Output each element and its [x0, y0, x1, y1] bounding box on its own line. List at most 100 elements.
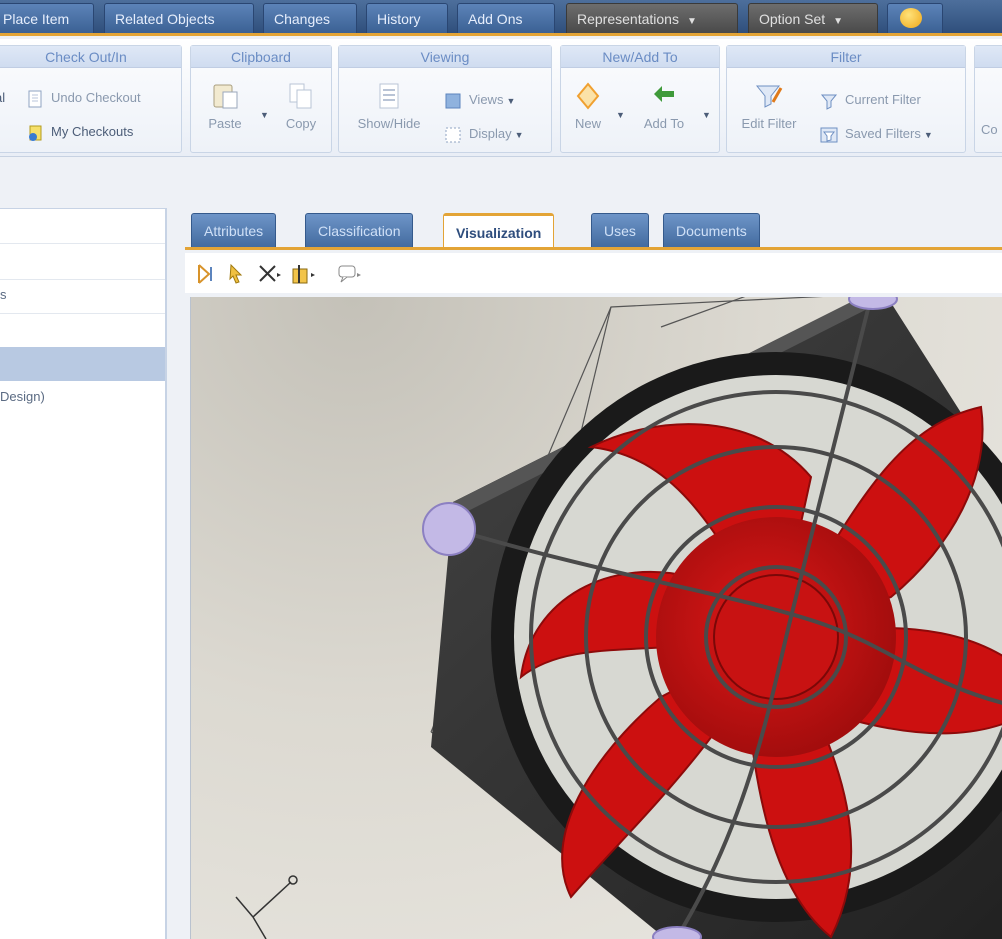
divider [0, 313, 165, 314]
tab-label: Add Ons [468, 11, 523, 27]
display-button[interactable]: Display ▼ [443, 122, 524, 146]
tree-item[interactable]: s [0, 287, 7, 302]
saved-filter-icon [820, 127, 838, 143]
chevron-down-icon: ▼ [260, 110, 269, 120]
checkout-button[interactable]: al [0, 86, 5, 110]
drag-handle[interactable] [422, 502, 476, 556]
group-title: New/Add To [561, 46, 719, 68]
measure-icon[interactable] [255, 261, 283, 287]
group-title: Check Out/In [0, 46, 181, 68]
show-hide-icon [379, 83, 399, 109]
comment-icon[interactable] [335, 261, 363, 287]
document-icon [28, 90, 42, 108]
filter-icon [820, 94, 838, 110]
tab-place-item[interactable]: Place Item [0, 3, 94, 33]
current-filter-button[interactable]: Current Filter [819, 88, 921, 112]
fit-icon[interactable] [195, 261, 223, 287]
button-label: Co [981, 122, 998, 137]
tab-related-objects[interactable]: Related Objects [104, 3, 254, 33]
tab-uses[interactable]: Uses [591, 213, 649, 247]
button-label: Paste [208, 116, 242, 131]
tab-option-set[interactable]: Option Set ▼ [748, 3, 878, 33]
select-icon[interactable] [225, 261, 253, 287]
tab-visualization[interactable]: Visualization [443, 213, 555, 247]
tab-home[interactable] [887, 3, 943, 33]
axis-triad-icon [235, 875, 298, 939]
group-title: Filter [727, 46, 965, 68]
drag-handle[interactable] [652, 926, 702, 939]
add-to-button[interactable]: Add To [633, 80, 695, 131]
button-label: Saved Filters [845, 126, 921, 141]
views-button[interactable]: Views ▼ [443, 88, 515, 112]
new-icon [576, 82, 600, 110]
paste-icon [213, 84, 238, 109]
button-label: al [0, 90, 6, 105]
button-label: My Checkouts [51, 124, 134, 139]
tree-item-label: s [0, 287, 7, 302]
ribbon-group-new-add: New/Add To New ▼ Add To ▼ [560, 45, 720, 153]
show-hide-button[interactable]: Show/Hide [345, 80, 433, 131]
top-tab-strip: Place Item Related Objects Changes Histo… [0, 0, 1002, 36]
section-icon[interactable] [289, 261, 317, 287]
ribbon-group-filter: Filter Edit Filter Current Filter Saved … [726, 45, 966, 153]
button-label: Current Filter [845, 92, 921, 107]
tab-label: Related Objects [115, 11, 215, 27]
ribbon: Check Out/In al Undo Checkout My Checkou… [0, 39, 1002, 157]
edit-filter-button[interactable]: Edit Filter [731, 80, 807, 131]
tab-label: Attributes [204, 223, 264, 239]
copy-button[interactable]: Copy [275, 80, 327, 131]
tab-attributes[interactable]: Attributes [191, 213, 277, 247]
clipped-button[interactable]: Co [981, 122, 1002, 137]
fan-model [235, 297, 1002, 939]
tab-history[interactable]: History [366, 3, 448, 33]
ribbon-group-viewing: Viewing Show/Hide Views ▼ Display ▼ [338, 45, 552, 153]
tab-label: Visualization [456, 225, 542, 241]
new-button[interactable]: New [565, 80, 611, 131]
views-icon [445, 93, 461, 109]
button-label: Show/Hide [357, 116, 421, 131]
chevron-down-icon: ▼ [686, 16, 697, 27]
ribbon-group-clipboard: Clipboard Paste ▼ Copy [190, 45, 332, 153]
button-label: Edit Filter [741, 116, 797, 131]
tab-representations[interactable]: Representations ▼ [566, 3, 738, 33]
display-icon [445, 127, 461, 143]
chevron-down-icon: ▼ [506, 96, 516, 106]
tree-item-selected[interactable] [0, 347, 165, 381]
drag-handle[interactable] [848, 297, 898, 310]
undo-checkout-button[interactable]: Undo Checkout [25, 86, 141, 110]
group-title [975, 46, 1002, 68]
paste-dropdown[interactable]: ▼ [257, 102, 269, 126]
viewer-toolbar [185, 253, 1002, 293]
tab-classification[interactable]: Classification [305, 213, 414, 247]
my-checkouts-button[interactable]: My Checkouts [25, 120, 133, 144]
tab-label: Uses [604, 223, 636, 239]
tab-add-ons[interactable]: Add Ons [457, 3, 555, 33]
tree-item-design[interactable]: Design) [0, 389, 45, 404]
ribbon-group-checkout: Check Out/In al Undo Checkout My Checkou… [0, 45, 182, 153]
checkout-icon [29, 125, 42, 141]
3d-viewport[interactable] [190, 297, 1002, 939]
tab-label: Place Item [3, 11, 70, 27]
group-title: Clipboard [191, 46, 331, 68]
divider [0, 243, 165, 244]
new-dropdown[interactable]: ▼ [613, 102, 625, 126]
detail-tab-strip: Attributes Classification Visualization … [185, 208, 1002, 250]
chevron-down-icon: ▼ [616, 110, 625, 120]
saved-filters-button[interactable]: Saved Filters ▼ [819, 122, 933, 146]
button-label: Copy [285, 116, 317, 131]
add-to-dropdown[interactable]: ▼ [699, 102, 711, 126]
divider [0, 279, 165, 280]
tab-documents[interactable]: Documents [663, 213, 760, 247]
button-label: Views [469, 92, 504, 107]
paste-button[interactable]: Paste [199, 80, 251, 131]
ribbon-group-clipped: Co [974, 45, 1002, 153]
chevron-down-icon: ▼ [514, 130, 524, 140]
edit-filter-icon [755, 85, 783, 108]
button-label: Add To [643, 116, 685, 131]
chevron-down-icon: ▼ [923, 130, 933, 140]
button-label: Display [469, 126, 512, 141]
tab-label: Option Set [759, 11, 826, 27]
tab-changes[interactable]: Changes [263, 3, 357, 33]
tab-label: Documents [676, 223, 747, 239]
structure-tree-panel: s Design) [0, 208, 167, 939]
